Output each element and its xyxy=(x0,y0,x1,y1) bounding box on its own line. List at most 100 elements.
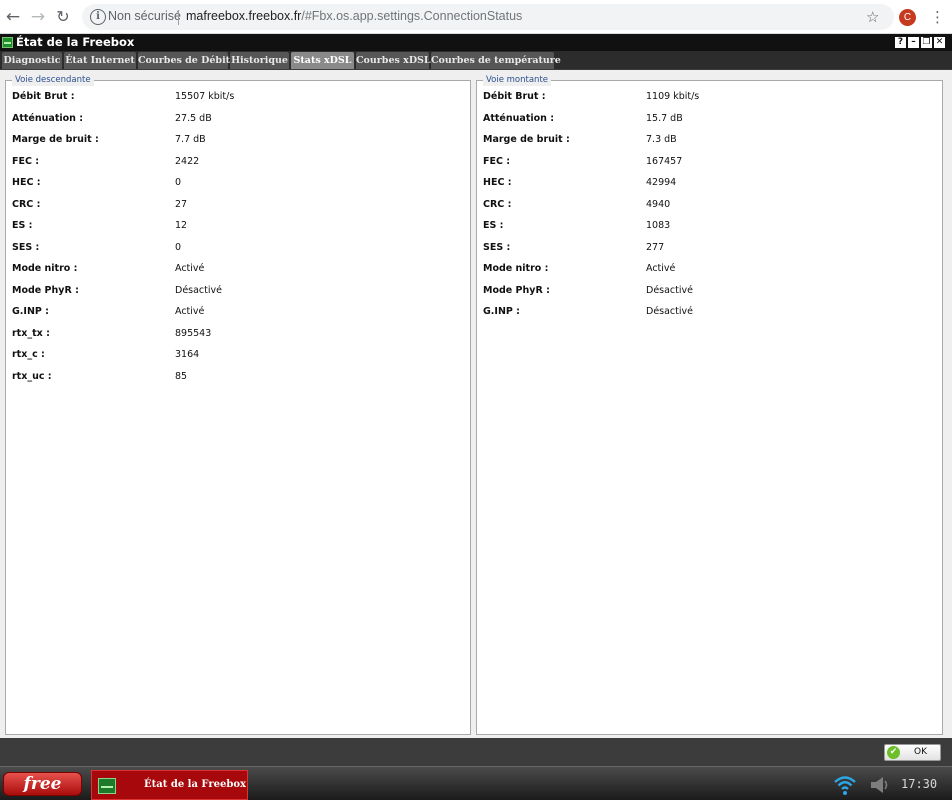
stat-label: G.INP : xyxy=(483,306,520,317)
stat-label: CRC : xyxy=(483,198,512,210)
stat-value: 27 xyxy=(175,198,188,210)
speaker-icon[interactable] xyxy=(869,775,891,795)
minimize-button[interactable]: – xyxy=(908,37,919,48)
tab-courbes-debit[interactable]: Courbes de Débit xyxy=(138,52,230,69)
upstream-panel: Voie montante Débit Brut : 1109 kbit/s Att… xyxy=(476,75,943,735)
url-text[interactable]: mafreebox.freebox.fr/#Fbx.os.app.setting… xyxy=(186,9,522,23)
stat-label: G.INP : xyxy=(12,306,49,317)
url-path: /#Fbx.os.app.settings.ConnectionStatus xyxy=(301,9,523,23)
tab-stats-xdsl[interactable]: Stats xDSL xyxy=(291,52,354,69)
stat-label: Mode nitro : xyxy=(12,263,78,274)
more-vertical-icon[interactable]: ⋮ xyxy=(930,6,945,28)
stat-row: rtx_uc : 85 xyxy=(6,367,470,387)
close-button[interactable]: ✕ xyxy=(934,37,945,48)
stat-value: 15507 kbit/s xyxy=(175,91,235,102)
app-status-icon xyxy=(98,778,116,794)
stat-label: Mode PhyR : xyxy=(483,284,550,296)
stat-row: CRC : 4940 xyxy=(477,195,942,215)
ok-button[interactable]: ✔ OK xyxy=(884,744,941,761)
stat-row: ES : 1083 xyxy=(477,216,942,236)
profile-avatar[interactable]: C xyxy=(899,9,916,26)
stat-value: 895543 xyxy=(175,327,212,339)
stat-row: Atténuation : 27.5 dB xyxy=(6,109,470,129)
downstream-legend: Voie descendante xyxy=(12,75,94,86)
help-button[interactable]: ? xyxy=(895,37,906,48)
stat-value: 277 xyxy=(646,241,665,253)
reload-icon[interactable]: ↻ xyxy=(52,6,74,28)
window-title: État de la Freebox xyxy=(16,35,135,49)
tab-historique[interactable]: Historique xyxy=(230,52,289,69)
stat-value: 1109 kbit/s xyxy=(646,91,700,102)
stat-value: 0 xyxy=(175,241,182,253)
stat-label: Atténuation : xyxy=(12,112,84,124)
bookmark-star-icon[interactable]: ☆ xyxy=(866,6,879,28)
stat-row: ES : 12 xyxy=(6,216,470,236)
taskbar-item-label: État de la Freebox xyxy=(144,779,246,790)
stat-row: G.INP : Activé xyxy=(6,302,470,322)
wifi-icon[interactable] xyxy=(833,774,857,796)
stat-value: Désactivé xyxy=(646,284,693,296)
back-arrow-icon[interactable]: ← xyxy=(2,6,24,28)
stat-label: rtx_uc : xyxy=(12,370,52,382)
stat-row: Mode nitro : Activé xyxy=(6,259,470,279)
stat-row: Marge de bruit : 7.7 dB xyxy=(6,130,470,150)
window-titlebar[interactable]: État de la Freebox ? – ❐ ✕ xyxy=(0,34,952,51)
stat-row: G.INP : Désactivé xyxy=(477,302,942,322)
stat-row: SES : 277 xyxy=(477,238,942,258)
tab-courbes-xdsl[interactable]: Courbes xDSL xyxy=(356,52,431,69)
forward-arrow-icon[interactable]: → xyxy=(27,6,49,28)
check-icon: ✔ xyxy=(887,746,900,759)
stat-label: Atténuation : xyxy=(483,112,555,124)
stat-label: ES : xyxy=(12,220,33,231)
stat-row: Marge de bruit : 7.3 dB xyxy=(477,130,942,150)
maximize-button[interactable]: ❐ xyxy=(921,37,932,48)
stat-label: CRC : xyxy=(12,198,41,210)
tab-courbes-temperature[interactable]: Courbes de température xyxy=(431,52,561,69)
stat-value: 15.7 dB xyxy=(646,112,683,124)
freebox-status-window: État de la Freebox ? – ❐ ✕ Diagnostic Ét… xyxy=(0,34,952,766)
stat-label: rtx_c : xyxy=(12,349,45,360)
tab-etat-internet[interactable]: État Internet xyxy=(64,52,136,69)
ok-label: OK xyxy=(914,747,927,757)
stat-row: rtx_c : 3164 xyxy=(6,345,470,365)
url-host: mafreebox.freebox.fr xyxy=(186,9,302,23)
stat-label: HEC : xyxy=(483,177,512,188)
stat-value: 2422 xyxy=(175,155,200,167)
downstream-panel: Voie descendante Débit Brut : 15507 kbit/… xyxy=(5,75,471,735)
stat-value: 167457 xyxy=(646,155,683,167)
stat-value: 27.5 dB xyxy=(175,112,212,124)
stat-label: SES : xyxy=(483,241,511,253)
stat-value: 85 xyxy=(175,370,188,382)
stat-value: 0 xyxy=(175,177,182,188)
taskbar-item-etat-freebox[interactable]: État de la Freebox xyxy=(91,770,248,800)
free-start-button[interactable]: free xyxy=(3,772,82,796)
browser-toolbar: ← → ↻ i Non sécurisé mafreebox.freebox.f… xyxy=(0,0,952,34)
tab-bar: Diagnostic État Internet Courbes de Débi… xyxy=(0,51,952,69)
stat-value: 4940 xyxy=(646,198,671,210)
stat-label: Marge de bruit : xyxy=(12,134,99,145)
os-taskbar: free État de la Freebox 17:30 xyxy=(0,766,952,800)
stat-value: Activé xyxy=(175,306,205,317)
stat-value: 1083 xyxy=(646,220,671,231)
stat-value: 3164 xyxy=(175,349,200,360)
stat-label: ES : xyxy=(483,220,504,231)
stat-row: HEC : 42994 xyxy=(477,173,942,193)
security-label[interactable]: Non sécurisé xyxy=(108,9,181,23)
stat-row: SES : 0 xyxy=(6,238,470,258)
stat-row: HEC : 0 xyxy=(6,173,470,193)
stat-row: Mode PhyR : Désactivé xyxy=(477,281,942,301)
stat-row: Atténuation : 15.7 dB xyxy=(477,109,942,129)
tab-diagnostic[interactable]: Diagnostic xyxy=(2,52,62,69)
stat-value: Désactivé xyxy=(646,306,693,317)
stat-value: Désactivé xyxy=(175,284,222,296)
omnibox-divider xyxy=(178,10,179,25)
stat-row: Débit Brut : 15507 kbit/s xyxy=(6,87,470,107)
window-footer: ✔ OK xyxy=(0,738,952,766)
address-bar[interactable]: i Non sécurisé mafreebox.freebox.fr/#Fbx… xyxy=(82,4,894,30)
stat-value: Activé xyxy=(646,263,676,274)
stat-label: FEC : xyxy=(483,155,511,167)
app-status-icon xyxy=(2,37,13,48)
stat-row: Mode nitro : Activé xyxy=(477,259,942,279)
stat-label: SES : xyxy=(12,241,40,253)
info-icon[interactable]: i xyxy=(90,9,106,25)
